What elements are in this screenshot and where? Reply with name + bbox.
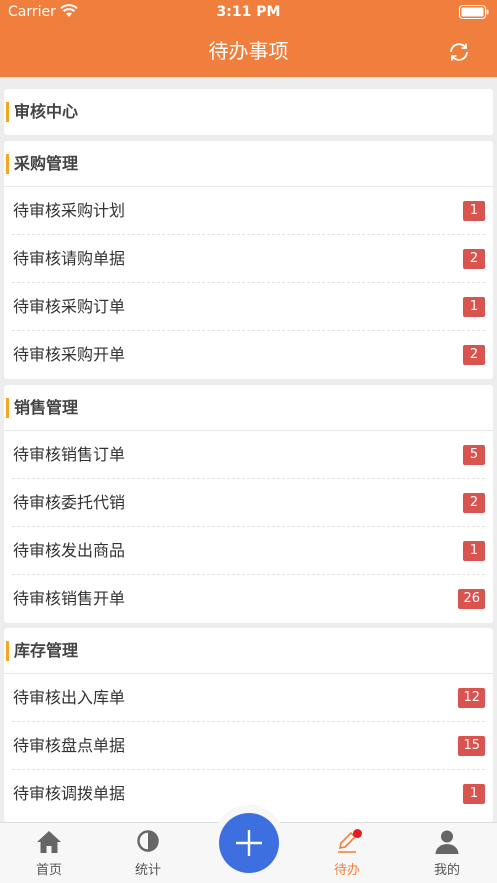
count-badge: 1 xyxy=(463,541,485,561)
status-bar: Carrier 3:11 PM xyxy=(0,0,497,26)
section-inventory: 库存管理 待审核出入库单 12 待审核盘点单据 15 待审核调拨单据 1 xyxy=(4,628,493,822)
section-accent-bar xyxy=(6,641,9,661)
section-accent-bar xyxy=(6,102,9,122)
list-item[interactable]: 待审核销售开单 26 xyxy=(12,575,485,623)
plus-icon xyxy=(236,830,262,856)
list-item-label: 待审核销售订单 xyxy=(13,445,126,464)
add-button[interactable] xyxy=(219,813,279,873)
pie-chart-icon xyxy=(137,830,159,852)
tab-label: 我的 xyxy=(433,863,460,878)
section-heading: 采购管理 xyxy=(4,141,493,187)
audit-center-card: 审核中心 xyxy=(4,89,493,135)
list-item[interactable]: 待审核采购计划 1 xyxy=(12,187,485,235)
list-item[interactable]: 待审核发出商品 1 xyxy=(12,527,485,575)
audit-center-heading: 审核中心 xyxy=(4,89,493,135)
section-sales: 销售管理 待审核销售订单 5 待审核委托代销 2 待审核发出商品 1 待审核销售… xyxy=(4,385,493,623)
notification-dot xyxy=(353,829,362,838)
count-badge: 2 xyxy=(463,345,485,365)
count-badge: 15 xyxy=(458,736,485,756)
home-icon xyxy=(37,831,61,853)
app-header: Carrier 3:11 PM 待办事项 xyxy=(0,0,497,77)
list-item-label: 待审核发出商品 xyxy=(13,541,126,560)
tab-stats[interactable]: 统计 xyxy=(108,823,188,883)
section-title: 采购管理 xyxy=(14,154,79,173)
section-title: 销售管理 xyxy=(14,398,79,417)
section-title: 库存管理 xyxy=(14,641,79,660)
list-item-label: 待审核采购开单 xyxy=(13,345,126,364)
user-icon xyxy=(435,830,459,854)
audit-center-title: 审核中心 xyxy=(14,102,79,121)
list-item-label: 待审核销售开单 xyxy=(13,589,126,608)
tab-label: 首页 xyxy=(35,863,62,878)
section-heading: 销售管理 xyxy=(4,385,493,431)
list-item-label: 待审核出入库单 xyxy=(13,688,126,707)
count-badge: 12 xyxy=(458,688,485,708)
list-item-label: 待审核请购单据 xyxy=(13,249,126,268)
list-item-label: 待审核委托代销 xyxy=(13,493,126,512)
section-accent-bar xyxy=(6,154,9,174)
tab-label: 待办 xyxy=(333,863,360,878)
count-badge: 5 xyxy=(463,445,485,465)
count-badge: 1 xyxy=(463,784,485,804)
tab-label: 统计 xyxy=(134,863,161,878)
section-heading: 库存管理 xyxy=(4,628,493,674)
count-badge: 2 xyxy=(463,493,485,513)
section-purchase: 采购管理 待审核采购计划 1 待审核请购单据 2 待审核采购订单 1 待审核采购… xyxy=(4,141,493,379)
refresh-icon[interactable] xyxy=(447,40,471,64)
tab-home[interactable]: 首页 xyxy=(9,823,89,883)
count-badge: 2 xyxy=(463,249,485,269)
tab-mine[interactable]: 我的 xyxy=(407,823,487,883)
list-item[interactable]: 待审核采购订单 1 xyxy=(12,283,485,331)
list-item[interactable]: 待审核请购单据 2 xyxy=(12,235,485,283)
count-badge: 1 xyxy=(463,297,485,317)
count-badge: 26 xyxy=(458,589,485,609)
list-item[interactable]: 待审核盘点单据 15 xyxy=(12,722,485,770)
list-item[interactable]: 待审核采购开单 2 xyxy=(12,331,485,379)
list-item-label: 待审核采购订单 xyxy=(13,297,126,316)
list-item[interactable]: 待审核出入库单 12 xyxy=(12,674,485,722)
count-badge: 1 xyxy=(463,201,485,221)
list-item[interactable]: 待审核委托代销 2 xyxy=(12,479,485,527)
list-item-label: 待审核盘点单据 xyxy=(13,736,126,755)
list-item[interactable]: 待审核销售订单 5 xyxy=(12,431,485,479)
tab-todo[interactable]: 待办 xyxy=(307,823,387,883)
section-accent-bar xyxy=(6,398,9,418)
page-title: 待办事项 xyxy=(208,39,289,63)
battery-icon xyxy=(459,5,489,19)
status-time: 3:11 PM xyxy=(216,4,281,20)
list-item-label: 待审核采购计划 xyxy=(13,201,126,220)
list-item-label: 待审核调拨单据 xyxy=(13,784,126,803)
